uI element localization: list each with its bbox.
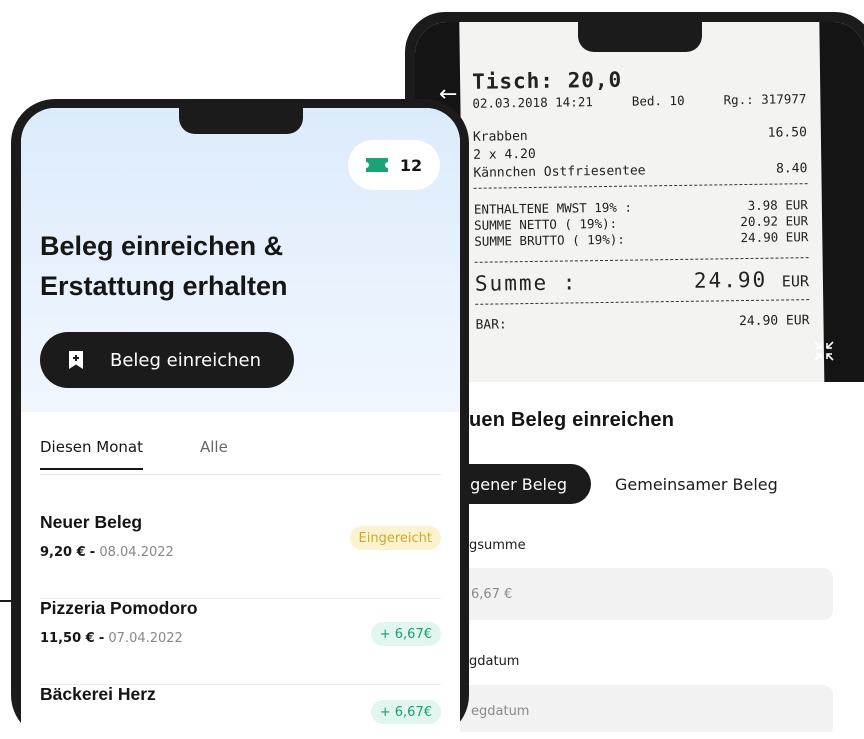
receipt-item1-name: Krabben <box>472 129 528 145</box>
headline-line-2: Erstattung erhalten <box>40 271 288 301</box>
ticket-icon <box>365 158 388 172</box>
receipt-form: uen Beleg einreichen igener Beleg Gemein… <box>415 382 864 732</box>
phone-overview: 12 Beleg einreichen & Erstattung erhalte… <box>11 99 469 739</box>
receipt-brutto-value: 24.90 EUR <box>740 229 809 246</box>
receipt-divider <box>473 183 808 189</box>
receipt-summe-currency: EUR <box>781 272 810 291</box>
phone-receipt-scan: Tisch: 20,0 02.03.2018 14:21 Bed. 10 Rg.… <box>405 12 864 732</box>
overview-screen: 12 Beleg einreichen & Erstattung erhalte… <box>21 108 460 739</box>
receipt-paper: Tisch: 20,0 02.03.2018 14:21 Bed. 10 Rg.… <box>459 22 825 382</box>
receipt-netto-label: SUMME NETTO ( 19%): <box>474 215 618 233</box>
headline-line-1: Beleg einreichen & <box>40 231 284 261</box>
receipt-summe-label: Summe : <box>474 270 578 296</box>
list-item[interactable]: Neuer Beleg 9,20 € - 08.04.2022 Eingerei… <box>40 512 441 599</box>
item-amount: 9,20 € <box>40 545 86 560</box>
receipt-item2-qty: 2 x 4.20 <box>473 146 536 163</box>
receipt-mwst-label: ENTHALTENE MWST 19% : <box>473 199 633 217</box>
receipt-bed: Bed. 10 <box>631 92 685 109</box>
tab-all[interactable]: Alle <box>200 438 228 456</box>
phone-notch <box>178 108 303 134</box>
receipt-screen: Tisch: 20,0 02.03.2018 14:21 Bed. 10 Rg.… <box>415 22 864 732</box>
submit-receipt-label: Beleg einreichen <box>110 349 261 371</box>
receipt-item2-price: 8.40 <box>775 161 808 177</box>
amount-label: gsumme <box>469 538 526 553</box>
form-title: uen Beleg einreichen <box>469 409 675 431</box>
status-badge: Eingereicht <box>349 526 441 550</box>
receipt-photo: Tisch: 20,0 02.03.2018 14:21 Bed. 10 Rg.… <box>415 22 864 382</box>
date-label: gdatum <box>469 654 520 669</box>
month-tabs: Diesen Monat Alle <box>40 438 441 475</box>
item-date: 07.04.2022 <box>108 631 183 646</box>
hero-section: 12 Beleg einreichen & Erstattung erhalte… <box>21 108 460 412</box>
receipt-divider <box>474 257 809 263</box>
tab-this-month[interactable]: Diesen Monat <box>40 438 143 470</box>
item-name: Bäckerei Herz <box>40 684 156 704</box>
item-amount: 11,50 € <box>40 631 95 646</box>
list-item[interactable]: Bäckerei Herz + 6,67€ <box>40 684 441 739</box>
refund-badge: + 6,67€ <box>370 622 441 646</box>
receipt-summe-value: 24.90 <box>693 267 768 293</box>
receipt-item1-price: 16.50 <box>767 125 807 141</box>
ticket-count: 12 <box>399 155 423 175</box>
ticket-counter[interactable]: 12 <box>348 140 440 190</box>
receipt-item2-name: Kännchen Ostfriesentee <box>473 163 646 181</box>
receipt-divider <box>475 299 810 305</box>
date-field[interactable]: egdatum <box>415 685 833 732</box>
receipt-netto-value: 20.92 EUR <box>740 213 809 230</box>
receipt-rg: Rg.: 317977 <box>723 91 807 108</box>
item-date: 08.04.2022 <box>99 545 174 560</box>
receipt-bar-value: 24.90 EUR <box>738 313 810 330</box>
page-title: Beleg einreichen & Erstattung erhalten <box>40 226 360 306</box>
add-receipt-icon <box>69 351 83 369</box>
segment-shared-receipt[interactable]: Gemeinsamer Beleg <box>615 464 778 504</box>
receipt-datetime: 02.03.2018 14:21 <box>472 94 593 111</box>
item-name: Neuer Beleg <box>40 512 143 532</box>
submit-receipt-button[interactable]: Beleg einreichen <box>40 332 294 388</box>
item-name: Pizzeria Pomodoro <box>40 598 198 618</box>
phone-notch <box>578 22 702 52</box>
receipt-mwst-value: 3.98 EUR <box>747 197 808 213</box>
list-item[interactable]: Pizzeria Pomodoro 11,50 € - 07.04.2022 +… <box>40 598 441 685</box>
receipt-brutto-label: SUMME BRUTTO ( 19%): <box>474 231 625 249</box>
amount-field[interactable]: 6,67 € <box>415 568 833 620</box>
receipt-bar-label: BAR: <box>475 317 507 333</box>
receipt-table: Tisch: 20,0 <box>471 67 623 94</box>
collapse-icon[interactable] <box>813 340 835 362</box>
